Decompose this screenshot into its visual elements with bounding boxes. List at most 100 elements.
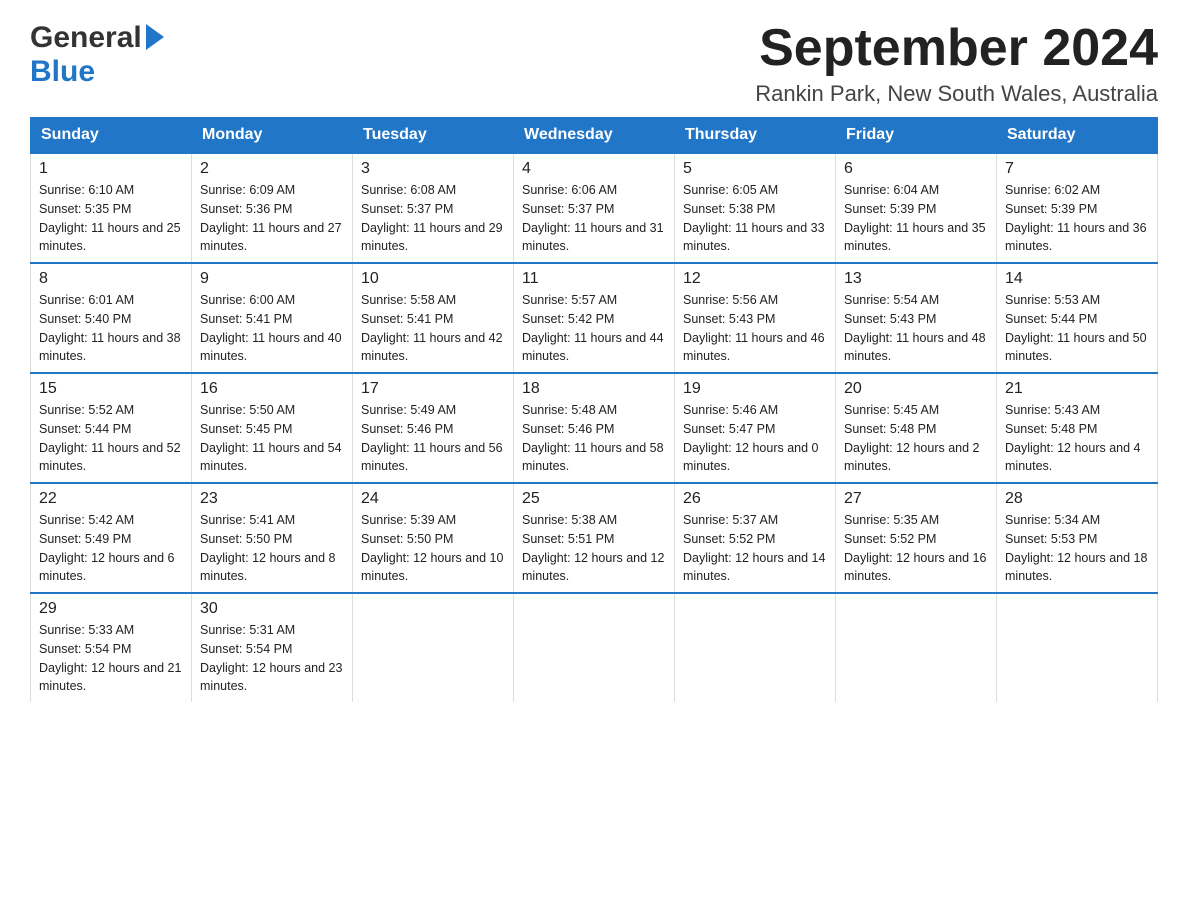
day-info: Sunrise: 5:52 AMSunset: 5:44 PMDaylight:… [39,401,183,476]
day-number: 22 [39,490,183,508]
day-info: Sunrise: 6:02 AMSunset: 5:39 PMDaylight:… [1005,181,1149,256]
calendar-cell: 18 Sunrise: 5:48 AMSunset: 5:46 PMDayligh… [514,373,675,483]
location-subtitle: Rankin Park, New South Wales, Australia [755,81,1158,107]
calendar-cell: 13Sunrise: 5:54 AMSunset: 5:43 PMDayligh… [836,263,997,373]
day-info: Sunrise: 6:08 AMSunset: 5:37 PMDaylight:… [361,181,505,256]
day-number: 8 [39,270,183,288]
calendar-cell: 17 Sunrise: 5:49 AMSunset: 5:46 PMDayligh… [353,373,514,483]
title-block: September 2024 Rankin Park, New South Wa… [755,20,1158,107]
calendar-cell: 20 Sunrise: 5:45 AMSunset: 5:48 PMDayligh… [836,373,997,483]
day-number: 25 [522,490,666,508]
day-number: 30 [200,600,344,618]
weekday-header-sunday: Sunday [31,118,192,154]
day-number: 10 [361,270,505,288]
day-info: Sunrise: 6:10 AMSunset: 5:35 PMDaylight:… [39,181,183,256]
day-info: Sunrise: 5:49 AMSunset: 5:46 PMDaylight:… [361,401,505,476]
calendar-cell: 11 Sunrise: 5:57 AMSunset: 5:42 PMDayligh… [514,263,675,373]
calendar-cell [353,593,514,702]
calendar-cell: 2 Sunrise: 6:09 AMSunset: 5:36 PMDaylight… [192,153,353,263]
calendar-cell: 6Sunrise: 6:04 AMSunset: 5:39 PMDaylight… [836,153,997,263]
day-number: 4 [522,160,666,178]
day-number: 23 [200,490,344,508]
day-info: Sunrise: 6:09 AMSunset: 5:36 PMDaylight:… [200,181,344,256]
day-info: Sunrise: 5:57 AMSunset: 5:42 PMDaylight:… [522,291,666,366]
calendar-cell: 24 Sunrise: 5:39 AMSunset: 5:50 PMDayligh… [353,483,514,593]
day-number: 29 [39,600,183,618]
weekday-header-row: SundayMondayTuesdayWednesdayThursdayFrid… [31,118,1158,154]
logo: General Blue [30,20,164,89]
day-info: Sunrise: 5:48 AMSunset: 5:46 PMDaylight:… [522,401,666,476]
calendar-cell: 14Sunrise: 5:53 AMSunset: 5:44 PMDayligh… [997,263,1158,373]
day-info: Sunrise: 5:45 AMSunset: 5:48 PMDaylight:… [844,401,988,476]
logo-blue-text: Blue [30,55,95,88]
day-number: 3 [361,160,505,178]
calendar-cell: 4 Sunrise: 6:06 AMSunset: 5:37 PMDaylight… [514,153,675,263]
weekday-header-thursday: Thursday [675,118,836,154]
calendar-cell: 8Sunrise: 6:01 AMSunset: 5:40 PMDaylight… [31,263,192,373]
weekday-header-saturday: Saturday [997,118,1158,154]
calendar-cell: 30 Sunrise: 5:31 AMSunset: 5:54 PMDayligh… [192,593,353,702]
day-number: 20 [844,380,988,398]
day-number: 9 [200,270,344,288]
day-info: Sunrise: 6:05 AMSunset: 5:38 PMDaylight:… [683,181,827,256]
calendar-cell: 15Sunrise: 5:52 AMSunset: 5:44 PMDayligh… [31,373,192,483]
calendar-cell: 12 Sunrise: 5:56 AMSunset: 5:43 PMDayligh… [675,263,836,373]
calendar-week-row: 29 Sunrise: 5:33 AMSunset: 5:54 PMDayligh… [31,593,1158,702]
calendar-cell: 7Sunrise: 6:02 AMSunset: 5:39 PMDaylight… [997,153,1158,263]
weekday-header-monday: Monday [192,118,353,154]
calendar-cell: 10 Sunrise: 5:58 AMSunset: 5:41 PMDayligh… [353,263,514,373]
calendar-cell [675,593,836,702]
day-info: Sunrise: 6:06 AMSunset: 5:37 PMDaylight:… [522,181,666,256]
logo-general-text: General [30,21,142,55]
day-number: 21 [1005,380,1149,398]
calendar-cell: 23 Sunrise: 5:41 AMSunset: 5:50 PMDayligh… [192,483,353,593]
day-info: Sunrise: 5:33 AMSunset: 5:54 PMDaylight:… [39,621,183,696]
calendar-week-row: 15Sunrise: 5:52 AMSunset: 5:44 PMDayligh… [31,373,1158,483]
day-info: Sunrise: 5:39 AMSunset: 5:50 PMDaylight:… [361,511,505,586]
calendar-cell: 25Sunrise: 5:38 AMSunset: 5:51 PMDayligh… [514,483,675,593]
day-number: 1 [39,160,183,178]
calendar-cell [997,593,1158,702]
calendar-cell: 1 Sunrise: 6:10 AMSunset: 5:35 PMDaylight… [31,153,192,263]
calendar-cell: 22Sunrise: 5:42 AMSunset: 5:49 PMDayligh… [31,483,192,593]
calendar-cell: 27 Sunrise: 5:35 AMSunset: 5:52 PMDayligh… [836,483,997,593]
calendar-cell: 21 Sunrise: 5:43 AMSunset: 5:48 PMDayligh… [997,373,1158,483]
day-number: 12 [683,270,827,288]
weekday-header-friday: Friday [836,118,997,154]
day-number: 11 [522,270,666,288]
calendar-table: SundayMondayTuesdayWednesdayThursdayFrid… [30,117,1158,702]
day-number: 28 [1005,490,1149,508]
weekday-header-tuesday: Tuesday [353,118,514,154]
day-info: Sunrise: 5:31 AMSunset: 5:54 PMDaylight:… [200,621,344,696]
day-info: Sunrise: 5:43 AMSunset: 5:48 PMDaylight:… [1005,401,1149,476]
day-info: Sunrise: 5:37 AMSunset: 5:52 PMDaylight:… [683,511,827,586]
day-number: 13 [844,270,988,288]
logo-triangle-icon [146,24,164,55]
calendar-week-row: 22Sunrise: 5:42 AMSunset: 5:49 PMDayligh… [31,483,1158,593]
calendar-cell: 9 Sunrise: 6:00 AMSunset: 5:41 PMDaylight… [192,263,353,373]
day-number: 26 [683,490,827,508]
day-info: Sunrise: 5:34 AMSunset: 5:53 PMDaylight:… [1005,511,1149,586]
day-number: 18 [522,380,666,398]
day-number: 2 [200,160,344,178]
calendar-cell [514,593,675,702]
month-year-title: September 2024 [755,20,1158,77]
calendar-cell: 29 Sunrise: 5:33 AMSunset: 5:54 PMDayligh… [31,593,192,702]
day-number: 6 [844,160,988,178]
day-info: Sunrise: 5:58 AMSunset: 5:41 PMDaylight:… [361,291,505,366]
day-number: 17 [361,380,505,398]
day-info: Sunrise: 5:41 AMSunset: 5:50 PMDaylight:… [200,511,344,586]
weekday-header-wednesday: Wednesday [514,118,675,154]
calendar-cell: 16Sunrise: 5:50 AMSunset: 5:45 PMDayligh… [192,373,353,483]
day-number: 19 [683,380,827,398]
day-number: 24 [361,490,505,508]
day-info: Sunrise: 5:56 AMSunset: 5:43 PMDaylight:… [683,291,827,366]
calendar-cell: 28 Sunrise: 5:34 AMSunset: 5:53 PMDayligh… [997,483,1158,593]
day-info: Sunrise: 5:35 AMSunset: 5:52 PMDaylight:… [844,511,988,586]
calendar-week-row: 8Sunrise: 6:01 AMSunset: 5:40 PMDaylight… [31,263,1158,373]
calendar-cell: 3 Sunrise: 6:08 AMSunset: 5:37 PMDaylight… [353,153,514,263]
calendar-week-row: 1 Sunrise: 6:10 AMSunset: 5:35 PMDaylight… [31,153,1158,263]
day-info: Sunrise: 6:00 AMSunset: 5:41 PMDaylight:… [200,291,344,366]
day-info: Sunrise: 5:46 AMSunset: 5:47 PMDaylight:… [683,401,827,476]
day-number: 27 [844,490,988,508]
